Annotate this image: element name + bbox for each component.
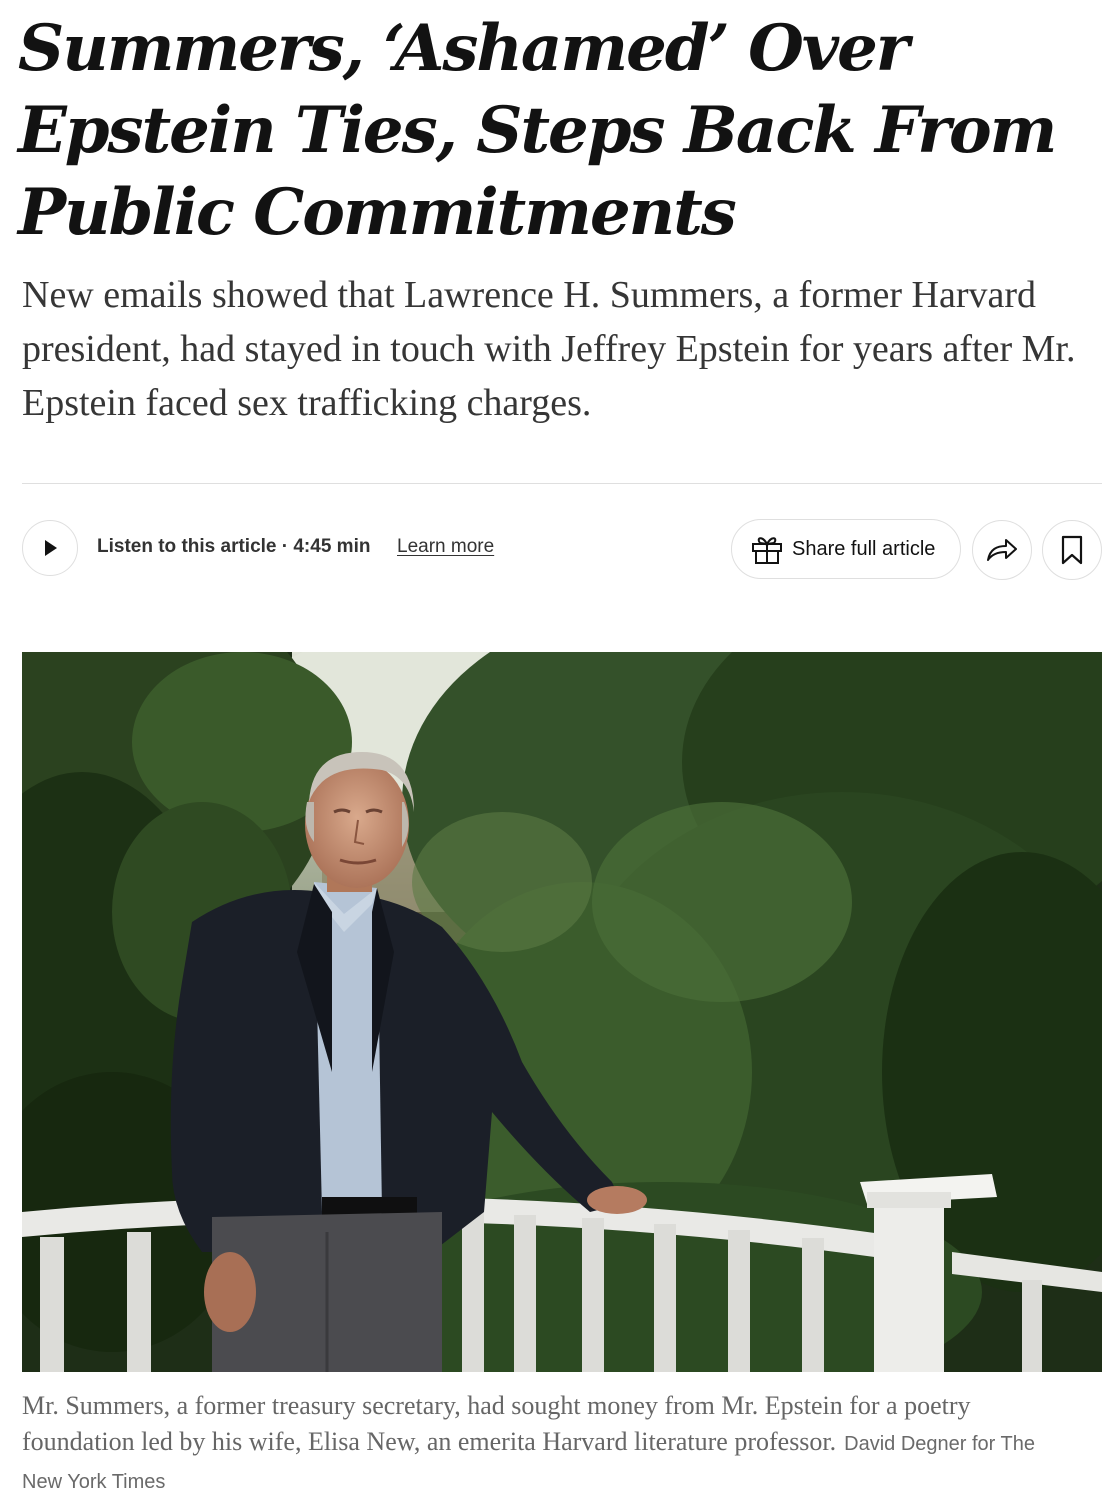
article-toolbar: Listen to this article · 4:45 min Learn …	[22, 519, 1102, 580]
listen-label: Listen to this article · 4:45 min	[97, 536, 371, 557]
photo-illustration	[22, 652, 1102, 1372]
share-arrow-icon	[987, 539, 1017, 561]
caption-text: Mr. Summers, a former treasury secretary…	[22, 1391, 971, 1456]
bookmark-icon	[1061, 535, 1083, 565]
play-audio-button[interactable]	[22, 520, 78, 576]
share-full-article-button[interactable]: Share full article	[731, 519, 961, 579]
divider	[22, 483, 1102, 484]
photo-caption: Mr. Summers, a former treasury secretary…	[22, 1388, 1062, 1500]
share-full-article-label: Share full article	[792, 537, 936, 560]
article-headline: Summers, ‘Ashamed’ Over Epstein Ties, St…	[18, 11, 1057, 250]
share-button[interactable]	[972, 520, 1032, 580]
learn-more-link[interactable]: Learn more	[397, 536, 494, 558]
article-summary: New emails showed that Lawrence H. Summe…	[22, 274, 1076, 424]
play-icon	[45, 540, 57, 556]
article-photo	[22, 652, 1102, 1372]
bookmark-button[interactable]	[1042, 520, 1102, 580]
gift-icon	[752, 537, 782, 564]
